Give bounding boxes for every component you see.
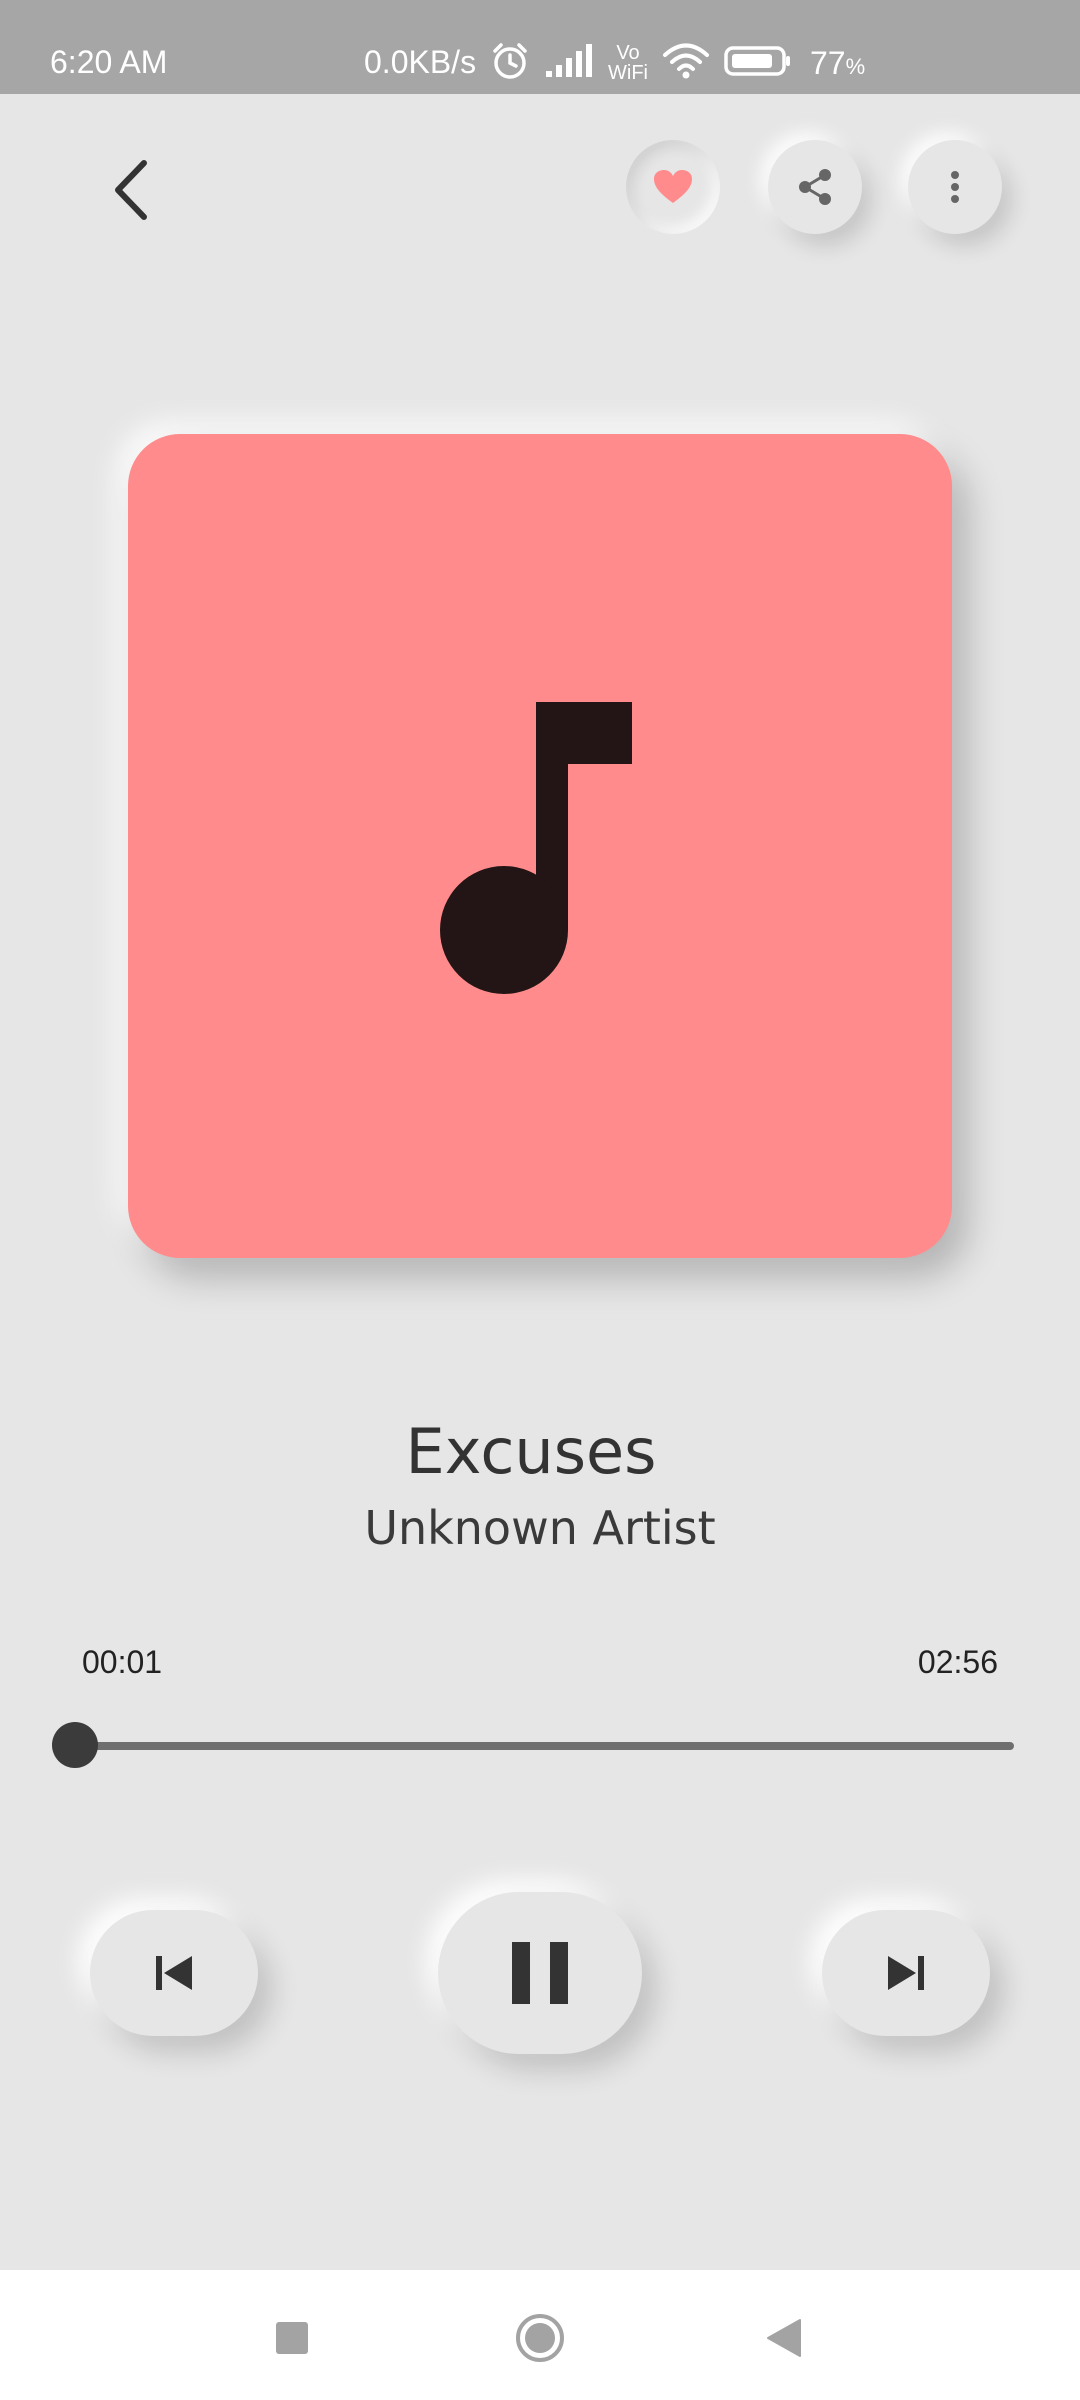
- system-nav-bar: [0, 2270, 1080, 2400]
- battery-percentage: 77%: [809, 44, 866, 81]
- favorite-button[interactable]: [626, 140, 720, 234]
- skip-next-icon: [888, 1956, 924, 1990]
- signal-icon: [544, 43, 594, 84]
- pause-icon: [512, 1942, 568, 2004]
- status-bar: 6:20 AM 0.0KB/s Vo WiFi 77%: [0, 0, 1080, 94]
- track-title: Excuses: [405, 1415, 657, 1488]
- back-triangle-icon: [767, 2319, 801, 2357]
- status-net-speed: 0.0KB/s: [364, 44, 477, 80]
- alarm-icon: [490, 41, 530, 86]
- battery-icon: [724, 45, 792, 82]
- nav-recents-button[interactable]: [252, 2298, 332, 2378]
- more-vert-icon: [951, 171, 959, 203]
- home-circle-icon: [516, 2314, 564, 2362]
- share-icon: [799, 169, 831, 205]
- status-icons: Vo WiFi 77%: [490, 38, 865, 88]
- skip-previous-icon: [156, 1956, 192, 1990]
- recents-square-icon: [276, 2322, 308, 2354]
- album-art: [128, 434, 952, 1258]
- elapsed-time: 00:01: [82, 1644, 163, 1680]
- wifi-icon: [662, 42, 710, 85]
- nav-home-button[interactable]: [500, 2298, 580, 2378]
- previous-track-button[interactable]: [90, 1910, 258, 2036]
- back-button[interactable]: [100, 150, 160, 230]
- total-duration: 02:56: [917, 1644, 998, 1680]
- share-button[interactable]: [768, 140, 862, 234]
- next-track-button[interactable]: [822, 1910, 990, 2036]
- seek-bar-thumb[interactable]: [52, 1722, 99, 1768]
- pause-button[interactable]: [438, 1892, 642, 2054]
- chevron-left-icon: [115, 160, 147, 220]
- track-artist: Unknown Artist: [364, 1501, 716, 1555]
- heart-icon: [654, 170, 692, 203]
- seek-bar[interactable]: [52, 1722, 1014, 1768]
- music-note-icon: [440, 702, 632, 994]
- vowifi-icon: Vo WiFi: [608, 42, 648, 84]
- more-options-button[interactable]: [908, 140, 1002, 234]
- nav-back-button[interactable]: [744, 2298, 824, 2378]
- status-time: 6:20 AM: [50, 44, 168, 80]
